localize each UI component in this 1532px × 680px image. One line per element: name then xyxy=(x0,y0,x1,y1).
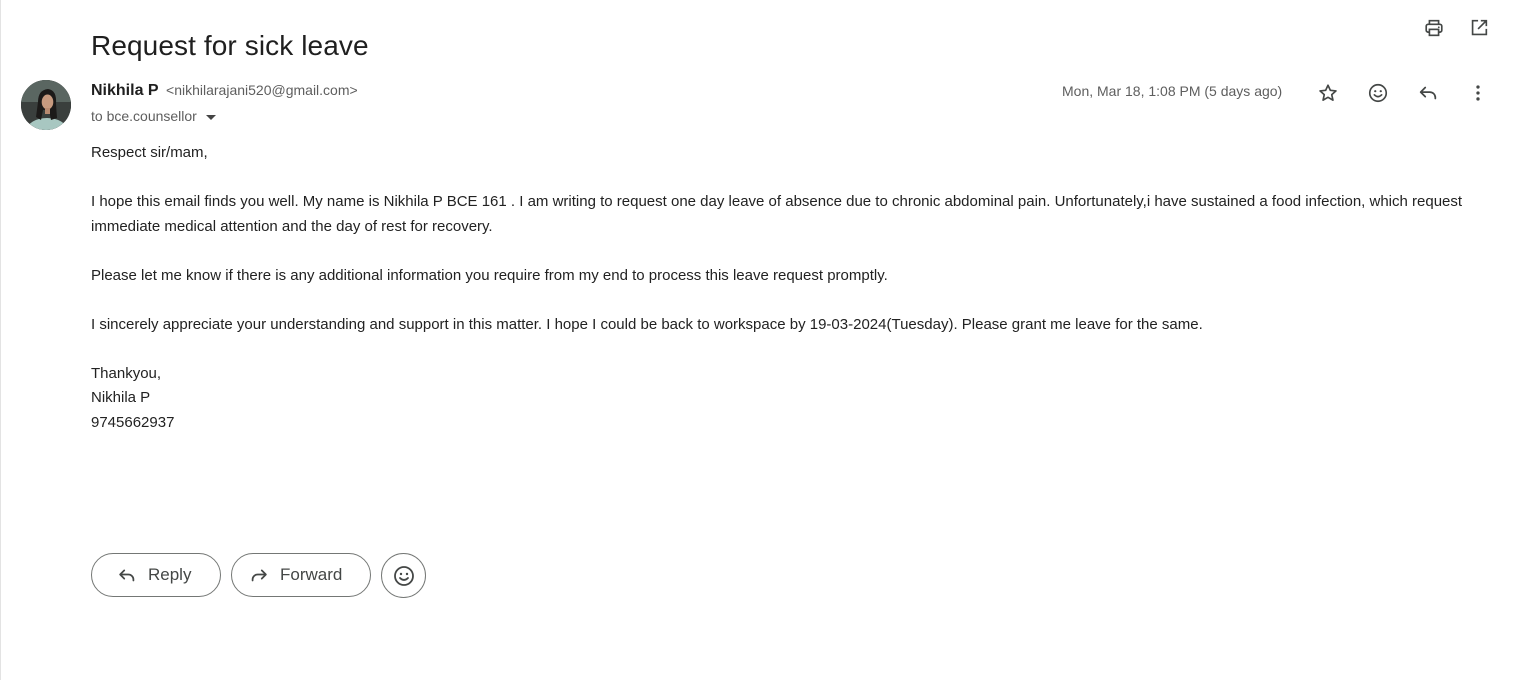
closing: Thankyou, xyxy=(91,364,162,382)
sender-avatar[interactable] xyxy=(21,80,71,130)
print-icon xyxy=(1425,19,1443,37)
open-in-new-window-icon xyxy=(1471,19,1488,36)
open-in-new-window-button[interactable] xyxy=(1463,12,1495,44)
greeting: Respect sir/mam, xyxy=(91,144,208,161)
email-date: Mon, Mar 18, 1:08 PM (5 days ago) xyxy=(1062,83,1283,99)
reply-button[interactable]: Reply xyxy=(91,553,221,597)
print-all-button[interactable] xyxy=(1418,12,1450,44)
signature-phone: 9745662937 xyxy=(91,413,175,431)
sender-name[interactable]: Nikhila P xyxy=(91,82,159,99)
body-paragraph-1: I hope this email finds you well. My nam… xyxy=(91,193,1463,235)
show-details-caret-icon[interactable] xyxy=(205,114,216,120)
signature-name: Nikhila P xyxy=(91,389,151,406)
sender-email: <nikhilarajani520@gmail.com> xyxy=(166,82,358,98)
body-paragraph-3: I sincerely appreciate your understandin… xyxy=(91,315,1203,333)
reply-icon xyxy=(1419,86,1437,100)
emoji-reaction-button[interactable] xyxy=(381,553,426,598)
forward-icon xyxy=(251,569,267,582)
email-body: Respect sir/mam, I hope this email finds… xyxy=(91,141,1491,435)
star-button[interactable] xyxy=(1313,78,1343,108)
recipient-text: to bce.counsellor xyxy=(91,108,197,124)
emoji-icon xyxy=(393,565,414,586)
reply-button-label: Reply xyxy=(148,565,192,584)
sender-photo xyxy=(21,80,71,130)
forward-button-label: Forward xyxy=(280,565,343,584)
reply-icon xyxy=(119,569,135,582)
more-options-button[interactable] xyxy=(1463,78,1493,108)
left-border xyxy=(0,0,1,680)
emoji-icon xyxy=(1368,83,1388,103)
forward-button[interactable]: Forward xyxy=(231,553,371,597)
recipient-line: to bce.counsellor xyxy=(91,108,216,124)
reply-header-button[interactable] xyxy=(1413,78,1443,108)
star-icon xyxy=(1319,84,1337,101)
body-paragraph-2: Please let me know if there is any addit… xyxy=(91,266,888,284)
more-vertical-icon xyxy=(1476,85,1480,101)
add-reaction-button[interactable] xyxy=(1363,78,1393,108)
email-subject: Request for sick leave xyxy=(91,29,369,61)
sender-info: Nikhila P <nikhilarajani520@gmail.com> xyxy=(91,82,358,100)
